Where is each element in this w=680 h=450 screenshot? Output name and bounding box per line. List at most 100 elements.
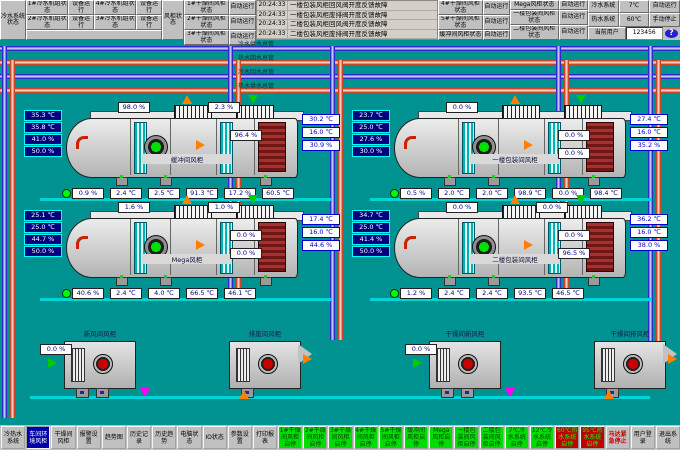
toolbar-button[interactable]: 历史趋势 <box>152 426 176 449</box>
return-air-readings: 25.1 ℃25.0 ℃44.7 %50.0 % <box>24 210 62 258</box>
fan-icon[interactable] <box>458 354 478 374</box>
valve-reading: 2.4 ℃ <box>476 288 508 299</box>
toolbar-button[interactable]: 缓冲间风柜启停 <box>404 426 428 449</box>
alarm-time: 20:24:33 <box>257 1 288 10</box>
supply-reading: 27.4 ℃ <box>630 114 668 125</box>
supply-air-readings: 30.2 ℃16.0 ℃30.9 % <box>302 114 340 153</box>
small-ahu-damper-value: 0.0 % <box>405 344 437 355</box>
mid-damper-positions: 0.0 %0.0 % <box>558 130 590 159</box>
toolbar-button[interactable]: 冷热水系统 <box>1 426 25 449</box>
toolbar-button[interactable]: 退出系统 <box>656 426 680 449</box>
hot-water-label: 热水系统 <box>588 13 619 26</box>
toolbar-button[interactable]: 3#干燥间风柜启停 <box>328 426 352 449</box>
toolbar-button[interactable]: 干燥间风柜 <box>51 426 75 449</box>
alarm-text: 二楼包装风柜回风阀开度反馈故障 <box>288 20 437 29</box>
intake-arrow-icon <box>604 390 614 399</box>
damper-actuator-icon <box>441 388 454 398</box>
toolbar-button[interactable]: 60℃热水系统启停 <box>555 426 579 449</box>
small-fan-units: 新风间风柜 0.0 % 排废间风柜 <box>0 328 680 408</box>
fan-icon[interactable] <box>623 354 643 374</box>
alarm-row[interactable]: 20:24:33 一楼包装风柜废排阀开度反馈故障 <box>257 11 437 21</box>
valve-readings: 1.2 %2.4 ℃2.4 ℃93.5 ℃46.5 ℃ <box>400 288 584 299</box>
fan-run-status: 自动运行 <box>229 0 256 15</box>
toolbar-button[interactable]: 打印报表 <box>253 426 277 449</box>
return-air-arrow-icon <box>76 236 88 249</box>
fan-icon[interactable] <box>93 354 113 374</box>
alarm-row[interactable]: 20:24:33 一楼包装风柜回风阀开度反馈故障 <box>257 1 437 11</box>
toolbar-button[interactable]: 12℃冷水系统启停 <box>530 426 554 449</box>
airflow-arrow-icon <box>196 140 205 150</box>
damper-actuator-icon <box>160 177 172 186</box>
cold-water-status: 自动运行 <box>649 0 680 13</box>
small-ahu: 新风间风柜 0.0 % <box>40 328 160 406</box>
toolbar-button[interactable]: 二楼包装间风柜启停 <box>480 426 504 449</box>
damper-positions: 0.0 %0.0 % <box>446 202 568 213</box>
section-divider <box>544 119 545 175</box>
damper-actuator-icon <box>444 177 456 186</box>
valve-icon[interactable] <box>62 289 71 298</box>
toolbar-button[interactable]: Mega风柜启停 <box>429 426 453 449</box>
fan-status-col-1: 1#干燥间风柜状态 自动运行 2#干燥间风柜状态 自动运行 3#干燥间风柜状态 … <box>184 0 256 40</box>
valve-reading: 0.9 % <box>72 188 104 199</box>
supply-air-readings: 36.2 ℃16.0 ℃38.0 % <box>630 214 668 253</box>
fan-icon[interactable] <box>258 354 278 374</box>
toolbar-button[interactable]: 用户登录 <box>631 426 655 449</box>
alarm-row[interactable]: 20:24:33 二楼包装风柜废排阀开度反馈故障 <box>257 30 437 40</box>
valve-icon[interactable] <box>390 189 399 198</box>
sensor-reading: 35.3 ℃ <box>24 110 62 121</box>
section-divider <box>458 119 459 175</box>
alarm-row[interactable]: 20:24:33 二楼包装风柜回风阀开度反馈故障 <box>257 20 437 30</box>
freshair-arrow-icon <box>576 95 586 104</box>
valve-reading: 1.2 % <box>400 288 432 299</box>
supply-reading: 30.2 ℃ <box>302 114 340 125</box>
toolbar-button[interactable]: 历史记录 <box>127 426 151 449</box>
valve-reading: 40.6 % <box>72 288 104 299</box>
toolbar-button[interactable]: 马达紧急停止 <box>606 426 630 449</box>
toolbar-button[interactable]: 7℃冷水系统启停 <box>505 426 529 449</box>
valve-icon[interactable] <box>390 289 399 298</box>
toolbar-button[interactable]: 一楼包装间风柜启停 <box>454 426 478 449</box>
toolbar-button[interactable]: 车间环境风柜 <box>26 426 50 449</box>
damper-actuator-icon <box>76 388 89 398</box>
valve-reading: 60.5 ℃ <box>262 188 294 199</box>
freshair-arrow-icon <box>248 195 258 204</box>
valve-readings: 40.6 %2.4 ℃4.0 ℃66.5 ℃46.1 ℃ <box>72 288 256 299</box>
toolbar-button[interactable]: 报警设置 <box>77 426 101 449</box>
valve-reading: 46.1 ℃ <box>224 288 256 299</box>
cold-water-label: 冷水系统 <box>588 0 619 13</box>
small-ahu-name: 干燥间排风柜 <box>570 328 680 338</box>
alarm-time: 20:24:33 <box>257 30 288 39</box>
toolbar-button[interactable]: 参数设置 <box>228 426 252 449</box>
alarm-text: 一楼包装风柜废排阀开度反馈故障 <box>288 11 437 20</box>
toolbar-button[interactable]: 电脑状态 <box>177 426 201 449</box>
current-user-value[interactable]: 123456 <box>626 27 664 40</box>
valve-reading: 2.4 ℃ <box>110 188 142 199</box>
small-ahu-name: 干燥间新风柜 <box>405 328 525 338</box>
airflow-arrow-icon <box>524 140 533 150</box>
discharge-arrow-icon <box>668 354 677 364</box>
toolbar-button[interactable]: 95℃热水系统启停 <box>580 426 604 449</box>
help-icon[interactable]: ? <box>665 29 678 38</box>
toolbar-button[interactable]: 趋势图 <box>102 426 126 449</box>
supply-reading: 44.6 % <box>302 240 340 251</box>
louver-grille-icon <box>236 105 274 119</box>
damper-position-value: 1.6 % <box>118 202 150 213</box>
toolbar-button[interactable]: 5#干燥间风柜启停 <box>379 426 403 449</box>
supply-reading: 30.9 % <box>302 140 340 151</box>
valve-icon[interactable] <box>62 189 71 198</box>
hot-water-temp: 60℃ <box>619 13 650 26</box>
sensor-reading: 25.0 ℃ <box>24 222 62 233</box>
toolbar-button[interactable]: 4#干燥间风柜启停 <box>354 426 378 449</box>
toolbar-button[interactable]: 1#干燥间风柜启停 <box>278 426 302 449</box>
fan-run-status: 自动运行 <box>229 15 256 30</box>
valve-reading: 4.0 ℃ <box>148 288 180 299</box>
grille-icon <box>71 348 85 382</box>
toolbar-button[interactable]: IO状态 <box>203 426 227 449</box>
freshair-arrow-icon <box>576 195 586 204</box>
supply-reading: 35.2 % <box>630 140 668 151</box>
chiller-status: 设备运行 <box>68 0 94 15</box>
damper-position-value: 0.0 % <box>558 230 590 241</box>
toolbar-button[interactable]: 2#干燥间风柜启停 <box>303 426 327 449</box>
chiller-status: 设备运行 <box>136 15 162 30</box>
chiller-status-table: 1#冷水机组状态 设备运行 4#冷水机组状态 设备运行 2#冷水机组状态 设备运… <box>26 0 162 40</box>
